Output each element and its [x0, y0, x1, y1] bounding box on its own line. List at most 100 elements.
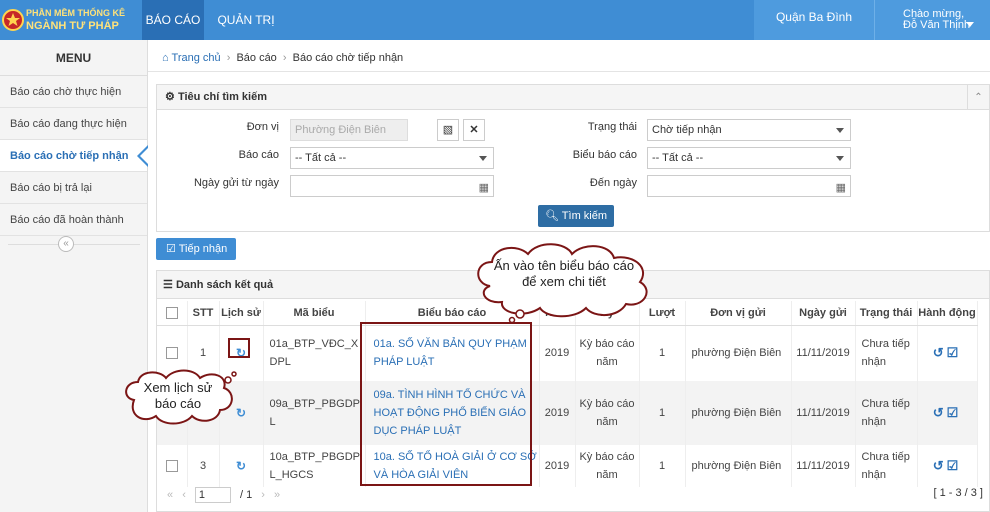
row-date: 11/11/2019: [791, 325, 856, 381]
page-input[interactable]: 1: [194, 487, 231, 503]
sidebar-item-cho-tiep-nhan[interactable]: Báo cáo chờ tiếp nhận: [0, 140, 148, 172]
clear-icon[interactable]: ✕: [463, 119, 485, 141]
row-turn: 1: [639, 381, 686, 445]
breadcrumb-home[interactable]: Trang chủ: [172, 52, 221, 64]
form-select[interactable]: -- Tất cả --: [647, 147, 851, 169]
col-header: Lịch sử: [219, 301, 264, 326]
date-from-input[interactable]: ▦: [290, 175, 494, 197]
action-cell: ↺☑: [917, 445, 978, 487]
chevron-up-icon[interactable]: ⌃: [967, 85, 989, 110]
check-square-icon: ☑: [166, 243, 176, 255]
date-to-label: Đến ngày: [589, 177, 637, 189]
row-year: 2019: [539, 381, 576, 445]
report-label: Báo cáo: [238, 149, 279, 161]
row-year: 2019: [539, 325, 576, 381]
calendar-icon[interactable]: ▦: [836, 178, 846, 198]
row-turn: 1: [639, 325, 686, 381]
table-row: 2 ↻ 09a_BTP_PBGDP L 09a. TÌNH HÌNH TỔ CH…: [157, 381, 978, 445]
history-icon[interactable]: ↻: [236, 459, 246, 473]
chevron-down-icon: [479, 156, 487, 161]
status-select[interactable]: Chờ tiếp nhận: [647, 119, 851, 141]
row-unit: phường Điện Biên: [685, 325, 792, 381]
top-bar: PHẦN MỀM THỐNG KÊ NGÀNH TƯ PHÁP BÁO CÁO …: [0, 0, 990, 40]
receive-button[interactable]: ☑ Tiếp nhận: [156, 238, 236, 260]
table-row: 1 ↻ 01a_BTP_VĐC_X DPL 01a. SỐ VĂN BẢN QU…: [157, 325, 978, 381]
row-code: 01a_BTP_VĐC_X DPL: [263, 325, 366, 381]
record-count: [ 1 - 3 / 3 ]: [933, 487, 983, 499]
search-button[interactable]: 🔍︎ Tìm kiếm: [538, 205, 614, 227]
emblem-icon: [2, 9, 24, 31]
table-row: 3 ↻ 10a_BTP_PBGDP L_HGCS 10a. SỐ TỔ HOÀ …: [157, 445, 978, 487]
row-checkbox[interactable]: [165, 347, 178, 360]
home-icon: ⌂: [162, 52, 169, 64]
unit-field: Phường Điện Biên: [290, 119, 408, 141]
prev-page-icon[interactable]: ‹: [182, 489, 186, 501]
row-status: Chưa tiếp nhận: [855, 325, 918, 381]
chevron-down-icon: [836, 128, 844, 133]
history-cell: ↻: [219, 445, 264, 487]
breadcrumb-current: Báo cáo chờ tiếp nhận: [292, 52, 404, 64]
results-title: Danh sách kết quả: [175, 279, 274, 291]
search-panel-header: ⚙ Tiêu chí tìm kiếm: [157, 85, 989, 110]
report-select-value: -- Tất cả --: [295, 152, 347, 164]
date-to-input[interactable]: ▦: [647, 175, 851, 197]
check-icon[interactable]: ☑: [947, 458, 962, 473]
breadcrumb: ⌂ Trang chủ › Báo cáo › Báo cáo chờ tiếp…: [148, 44, 990, 72]
sidebar: MENU Báo cáo chờ thực hiện Báo cáo đang …: [0, 40, 148, 512]
app-logo[interactable]: PHẦN MỀM THỐNG KÊ NGÀNH TƯ PHÁP: [0, 0, 142, 40]
search-panel: ⚙ Tiêu chí tìm kiếm ⌃ Đơn vị Phường Điện…: [156, 84, 990, 232]
row-date: 11/11/2019: [791, 445, 856, 487]
report-column-highlight: [360, 322, 532, 486]
form-label: Biểu báo cáo: [572, 149, 637, 161]
row-date: 11/11/2019: [791, 381, 856, 445]
row-period: Kỳ báo cáo năm: [575, 381, 640, 445]
results-table: STT Lịch sử Mã biểu Biểu báo cáo Năm Kỳ …: [157, 301, 978, 487]
search-panel-title: Tiêu chí tìm kiếm: [177, 91, 267, 103]
undo-icon[interactable]: ↺: [933, 458, 947, 473]
select-all-checkbox[interactable]: [165, 306, 178, 319]
nav-bao-cao[interactable]: BÁO CÁO: [142, 0, 204, 40]
row-period: Kỳ báo cáo năm: [575, 325, 640, 381]
nav-quan-tri[interactable]: QUẢN TRỊ: [208, 0, 284, 40]
row-code: 10a_BTP_PBGDP L_HGCS: [263, 445, 366, 487]
check-icon[interactable]: ☑: [947, 405, 962, 420]
row-year: 2019: [539, 445, 576, 487]
status-label: Trạng thái: [587, 121, 637, 133]
report-select[interactable]: -- Tất cả --: [290, 147, 494, 169]
calendar-icon[interactable]: ▦: [479, 178, 489, 198]
breadcrumb-separator: ›: [226, 52, 231, 64]
search-icon: 🔍︎: [544, 210, 559, 222]
row-turn: 1: [639, 445, 686, 487]
unit-label: Đơn vị: [246, 121, 279, 133]
sidebar-item-cho-thuc-hien[interactable]: Báo cáo chờ thực hiện: [0, 76, 147, 108]
row-period: Kỳ báo cáo năm: [575, 445, 640, 487]
col-header: Mã biểu: [263, 301, 366, 326]
pager: « ‹ 1 / 1 › »: [167, 487, 286, 503]
user-menu[interactable]: Chào mừng, Đỗ Văn Thịnh: [874, 0, 990, 40]
breadcrumb-level1[interactable]: Báo cáo: [236, 52, 276, 64]
select-all-cell: [157, 301, 188, 326]
row-checkbox[interactable]: [165, 460, 178, 473]
first-page-icon[interactable]: «: [167, 489, 173, 501]
row-code: 09a_BTP_PBGDP L: [263, 381, 366, 445]
last-page-icon[interactable]: »: [274, 489, 280, 501]
history-tip-text: Xem lịch sử báo cáo: [143, 380, 213, 411]
undo-icon[interactable]: ↺: [933, 405, 947, 420]
col-header: Đơn vị gửi: [685, 301, 792, 326]
date-from-label: Ngày gửi từ ngày: [193, 177, 279, 189]
caret-down-icon: [966, 22, 974, 27]
action-cell: ↺☑: [917, 381, 978, 445]
history-icon-highlight: [228, 338, 250, 358]
check-icon[interactable]: ☑: [947, 345, 962, 360]
sidebar-item-bi-tra-lai[interactable]: Báo cáo bị trả lại: [0, 172, 147, 204]
list-icon: ☰: [163, 279, 173, 291]
collapse-sidebar-button[interactable]: «: [58, 236, 74, 252]
search-button-label: Tìm kiếm: [561, 210, 608, 222]
sidebar-item-da-hoan-thanh[interactable]: Báo cáo đã hoàn thành: [0, 204, 147, 236]
book-icon[interactable]: ▧: [437, 119, 459, 141]
row-unit: phường Điện Biên: [685, 445, 792, 487]
sidebar-item-dang-thuc-hien[interactable]: Báo cáo đang thực hiện: [0, 108, 147, 140]
undo-icon[interactable]: ↺: [933, 345, 947, 360]
form-select-value: -- Tất cả --: [652, 152, 704, 164]
next-page-icon[interactable]: ›: [261, 489, 265, 501]
